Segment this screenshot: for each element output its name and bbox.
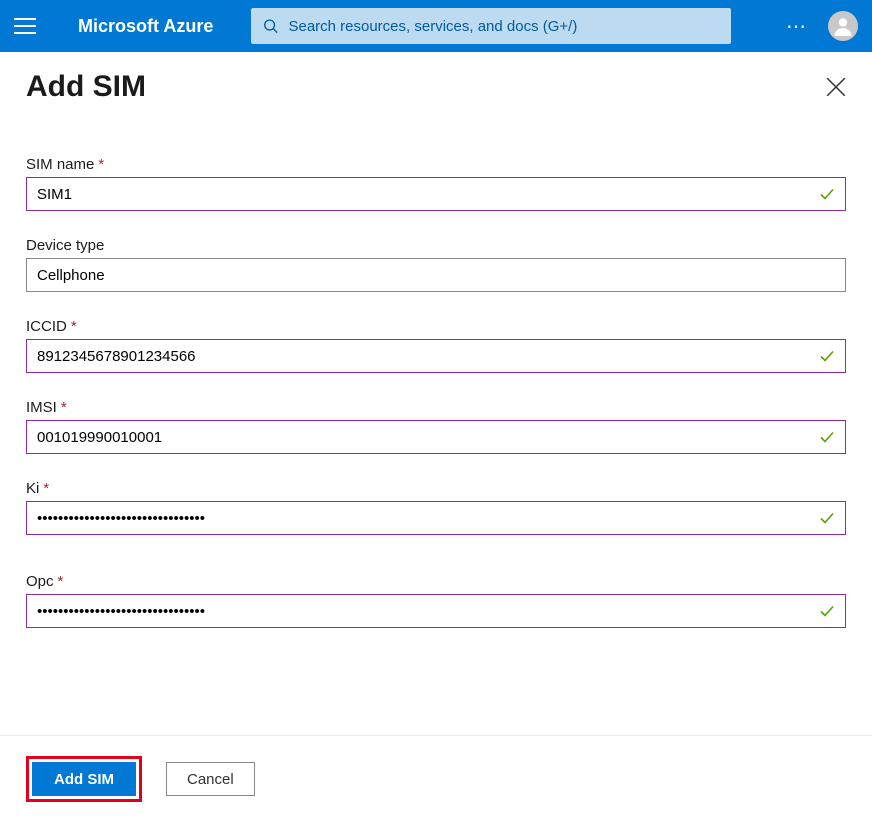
field-ki: Ki*: [26, 480, 846, 535]
field-device-type: Device type: [26, 237, 846, 292]
close-icon[interactable]: [826, 77, 846, 97]
required-mark: *: [58, 573, 64, 590]
top-bar: Microsoft Azure ⋯: [0, 0, 872, 52]
search-icon: [263, 18, 278, 34]
device-type-input[interactable]: [37, 267, 811, 284]
sim-name-input[interactable]: [37, 186, 811, 203]
required-mark: *: [71, 318, 77, 335]
cancel-button[interactable]: Cancel: [166, 762, 255, 796]
brand-label: Microsoft Azure: [78, 16, 213, 37]
opc-label: Opc: [26, 573, 54, 590]
main-panel: Add SIM SIM name* Device type ICCID* IMS…: [0, 52, 872, 628]
highlight-frame: Add SIM: [26, 756, 142, 802]
imsi-input[interactable]: [37, 429, 811, 446]
more-icon[interactable]: ⋯: [786, 14, 808, 39]
required-mark: *: [98, 156, 104, 173]
device-type-label: Device type: [26, 237, 104, 254]
field-sim-name: SIM name*: [26, 156, 846, 211]
ki-input[interactable]: [37, 510, 811, 527]
check-icon: [819, 603, 835, 619]
user-icon: [831, 14, 855, 38]
check-icon: [819, 429, 835, 445]
iccid-label: ICCID: [26, 318, 67, 335]
sim-name-label: SIM name: [26, 156, 94, 173]
check-icon: [819, 510, 835, 526]
imsi-label: IMSI: [26, 399, 57, 416]
field-imsi: IMSI*: [26, 399, 846, 454]
menu-icon[interactable]: [14, 13, 40, 39]
required-mark: *: [61, 399, 67, 416]
check-icon: [819, 186, 835, 202]
field-opc: Opc*: [26, 573, 846, 628]
page-title: Add SIM: [26, 70, 146, 104]
avatar[interactable]: [828, 11, 858, 41]
footer-bar: Add SIM Cancel: [0, 735, 872, 822]
required-mark: *: [43, 480, 49, 497]
search-input[interactable]: [288, 18, 719, 35]
ki-label: Ki: [26, 480, 39, 497]
iccid-input[interactable]: [37, 348, 811, 365]
check-icon: [819, 348, 835, 364]
field-iccid: ICCID*: [26, 318, 846, 373]
global-search[interactable]: [251, 8, 731, 44]
add-sim-button[interactable]: Add SIM: [32, 762, 136, 796]
opc-input[interactable]: [37, 603, 811, 620]
